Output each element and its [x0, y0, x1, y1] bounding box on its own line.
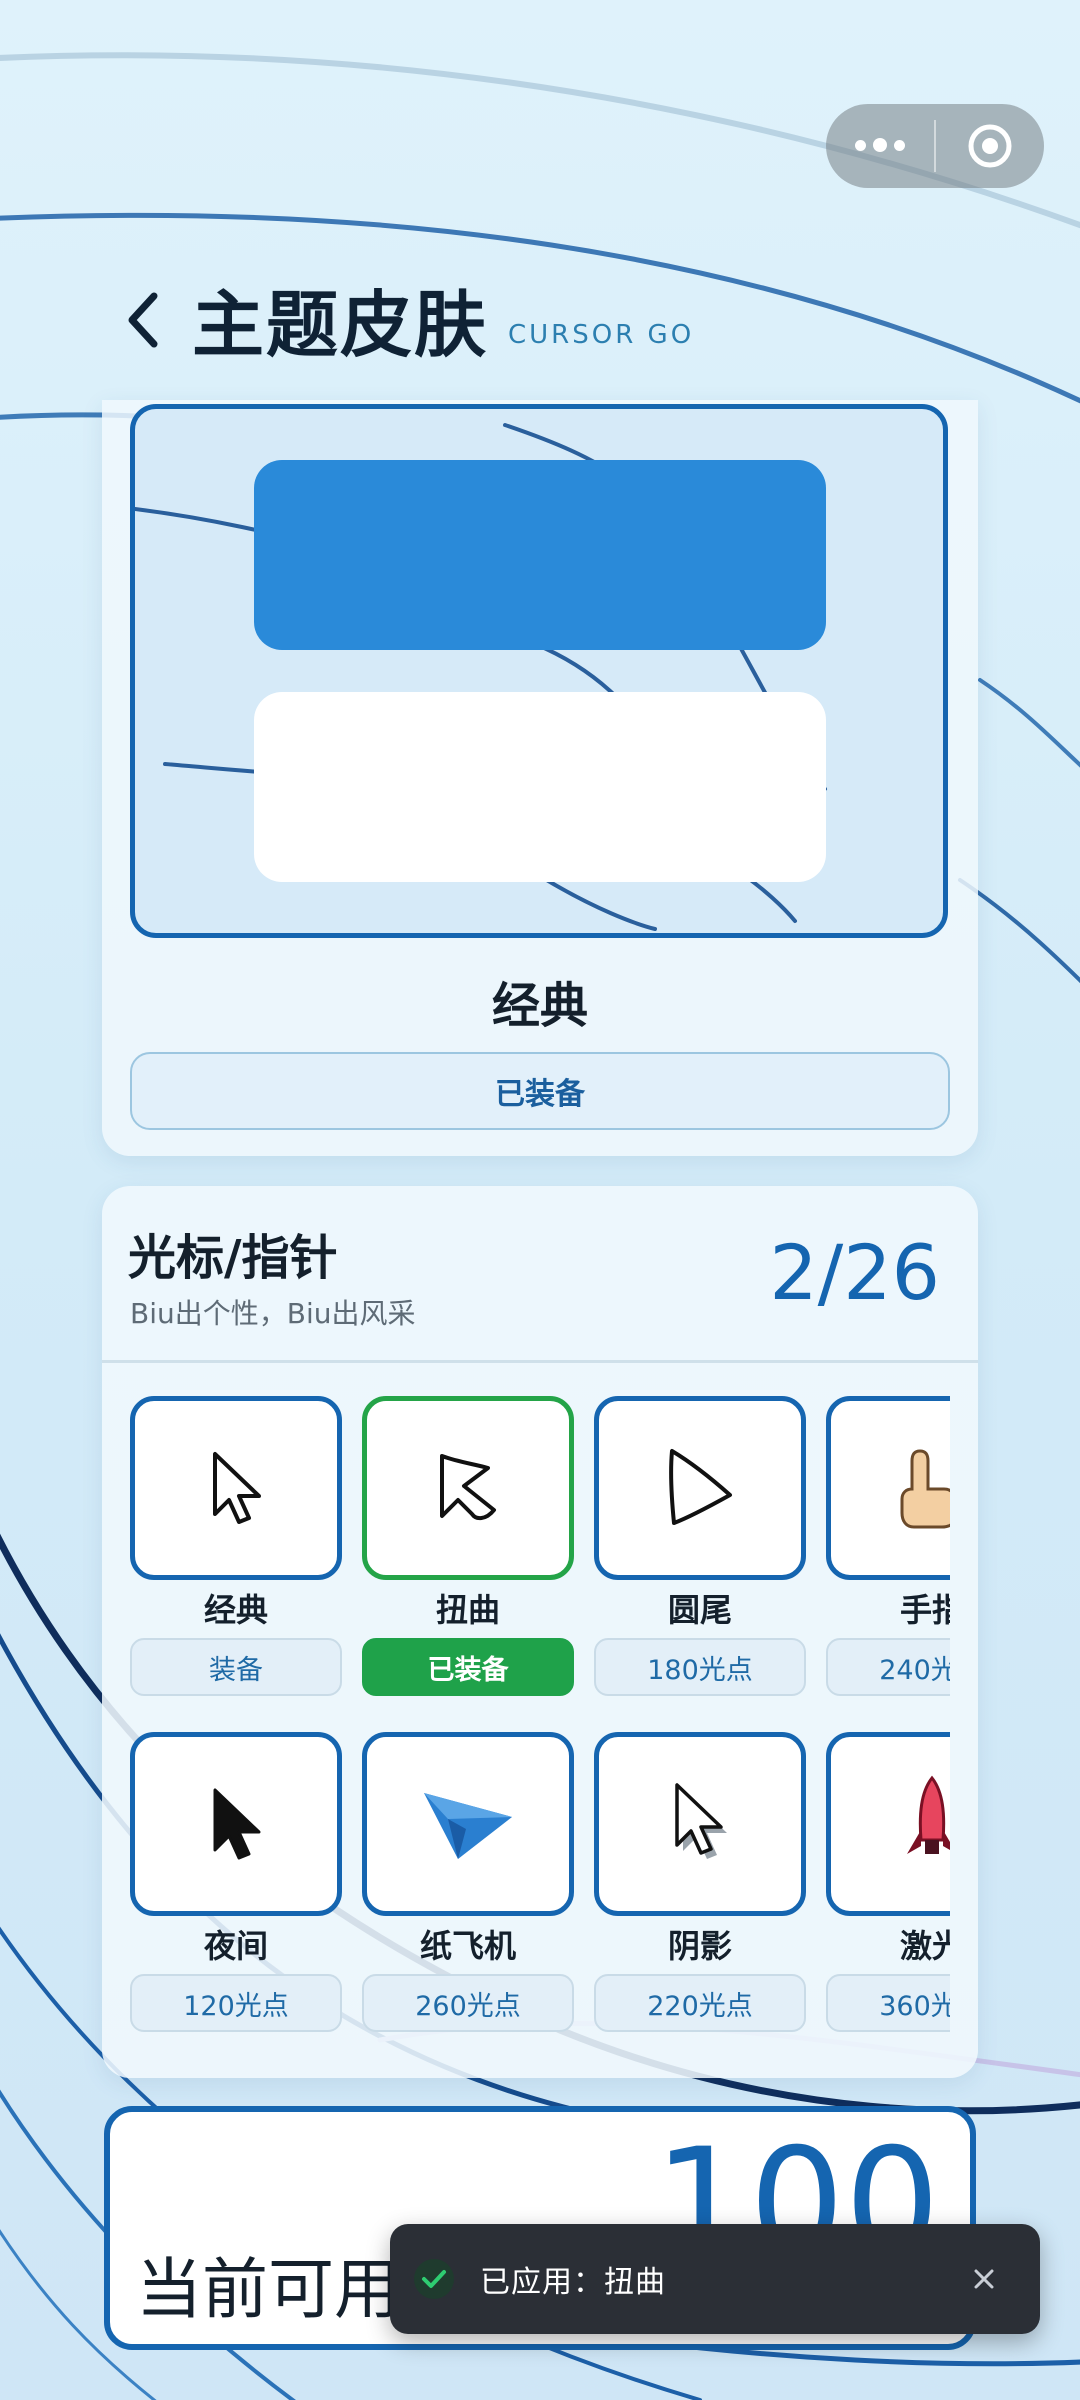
page-subtitle: CURSOR GO	[508, 320, 695, 350]
buy-button[interactable]: 120光点	[130, 1974, 342, 2032]
cursor-item-classic[interactable]: 经典 装备	[130, 1396, 342, 1696]
buy-button[interactable]: 360光点	[826, 1974, 950, 2032]
cursor-grid: 经典 装备 扭曲 已装备 圆尾 180光点 手指 240光点 夜间 120光点 …	[128, 1390, 950, 2050]
section-title: 光标/指针	[128, 1230, 338, 1286]
cursor-name: 圆尾	[667, 1591, 732, 1629]
section-description: Biu出个性，Biu出风采	[130, 1297, 416, 1330]
finger-pointer-icon[interactable]	[826, 1396, 950, 1580]
twisted-arrow-icon[interactable]	[362, 1396, 574, 1580]
cursor-item-shadow[interactable]: 阴影 220光点	[594, 1732, 806, 2032]
equip-button[interactable]: 装备	[130, 1638, 342, 1696]
cursor-item-night[interactable]: 夜间 120光点	[130, 1732, 342, 2032]
close-miniprogram-icon[interactable]	[936, 122, 1044, 170]
buy-button[interactable]: 220光点	[594, 1974, 806, 2032]
preview-primary-block	[254, 460, 826, 650]
check-circle-icon	[412, 2257, 456, 2301]
cursor-name: 阴影	[667, 1927, 732, 1965]
theme-equipped-button[interactable]: 已装备	[130, 1052, 950, 1130]
buy-button[interactable]: 180光点	[594, 1638, 806, 1696]
cursor-item-twisted[interactable]: 扭曲 已装备	[362, 1396, 574, 1696]
cursor-name: 手指	[899, 1591, 950, 1629]
cursor-name: 激光	[899, 1927, 950, 1965]
cursor-name: 夜间	[203, 1927, 268, 1965]
equipped-button[interactable]: 已装备	[362, 1638, 574, 1696]
laser-rocket-icon[interactable]	[826, 1732, 950, 1916]
classic-arrow-icon[interactable]	[130, 1396, 342, 1580]
cursor-count: 2/26	[769, 1228, 940, 1317]
points-label: 当前可用	[136, 2251, 400, 2328]
cursor-item-laser[interactable]: 激光 360光点	[826, 1732, 950, 2032]
section-divider	[102, 1360, 978, 1363]
toast-message: 已应用：扭曲	[480, 2265, 666, 2300]
miniprogram-capsule	[826, 104, 1044, 188]
toast-notification: 已应用：扭曲	[390, 2224, 1040, 2334]
paper-plane-icon[interactable]	[362, 1732, 574, 1916]
night-arrow-icon[interactable]	[130, 1732, 342, 1916]
cursor-item-paper-plane[interactable]: 纸飞机 260光点	[362, 1732, 574, 2032]
buy-button[interactable]: 260光点	[362, 1974, 574, 2032]
cursor-name: 经典	[203, 1591, 268, 1629]
cursor-name: 扭曲	[435, 1591, 500, 1629]
buy-button[interactable]: 240光点	[826, 1638, 950, 1696]
theme-name: 经典	[491, 978, 588, 1034]
page-title: 主题皮肤	[192, 283, 489, 367]
cursor-item-finger[interactable]: 手指 240光点	[826, 1396, 950, 1696]
close-icon[interactable]	[964, 2259, 1004, 2299]
preview-secondary-block	[254, 692, 826, 882]
cursor-name: 纸飞机	[419, 1927, 516, 1965]
more-options-icon[interactable]	[826, 138, 934, 153]
cursor-item-round-tail[interactable]: 圆尾 180光点	[594, 1396, 806, 1696]
back-arrow-icon[interactable]	[124, 290, 168, 350]
round-tail-arrow-icon[interactable]	[594, 1396, 806, 1580]
shadow-arrow-icon[interactable]	[594, 1732, 806, 1916]
